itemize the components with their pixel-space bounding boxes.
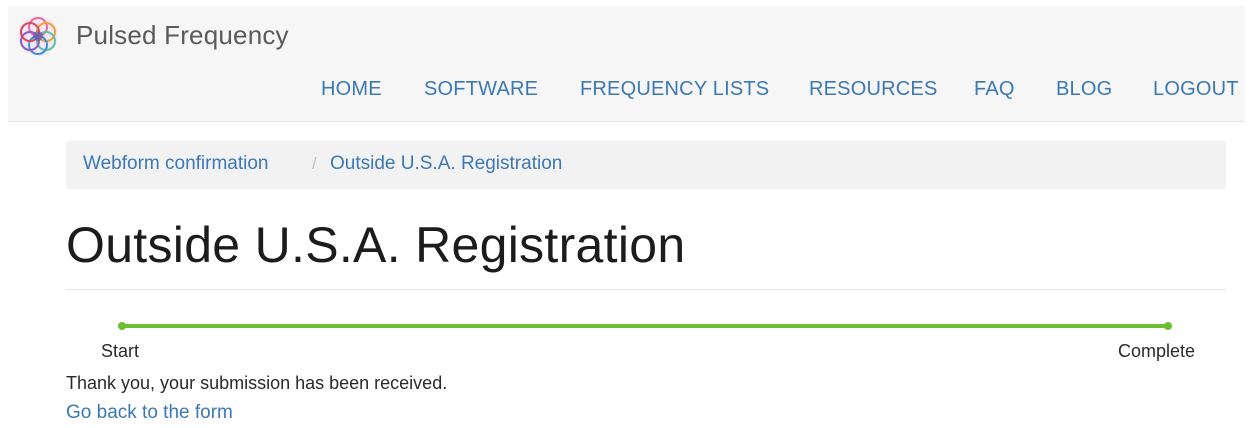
nav-blog-link[interactable]: BLOG	[1056, 78, 1112, 101]
main-nav-menu: HOME SOFTWARE FREQUENCY LISTS RESOURCES …	[8, 78, 1245, 108]
breadcrumb-webform-confirmation-link[interactable]: Webform confirmation	[83, 153, 269, 175]
breadcrumb-registration-link[interactable]: Outside U.S.A. Registration	[330, 153, 562, 175]
title-divider	[66, 289, 1226, 290]
go-back-to-form-link[interactable]: Go back to the form	[66, 402, 233, 424]
nav-resources-link[interactable]: RESOURCES	[809, 78, 938, 101]
nav-home-link[interactable]: HOME	[321, 78, 382, 101]
progress-track	[122, 324, 1168, 328]
flower-of-life-logo-icon[interactable]	[16, 14, 60, 58]
progress-end-marker	[1164, 322, 1172, 330]
page-title: Outside U.S.A. Registration	[66, 217, 686, 273]
progress-complete-label: Complete	[1118, 341, 1196, 361]
confirmation-message: Thank you, your submission has been rece…	[66, 373, 448, 393]
breadcrumb-separator: /	[312, 154, 317, 173]
progress-start-marker	[118, 322, 126, 330]
nav-frequency-lists-link[interactable]: FREQUENCY LISTS	[580, 78, 769, 101]
breadcrumb: Webform confirmation / Outside U.S.A. Re…	[66, 141, 1226, 189]
progress-start-label: Start	[101, 341, 140, 361]
brand-name-link[interactable]: Pulsed Frequency	[76, 20, 289, 51]
nav-logout-link[interactable]: LOGOUT	[1153, 78, 1239, 101]
webform-progress-bar	[118, 320, 1172, 332]
top-navbar: Pulsed Frequency HOME SOFTWARE FREQUENCY…	[8, 6, 1245, 122]
nav-faq-link[interactable]: FAQ	[974, 78, 1015, 101]
nav-software-link[interactable]: SOFTWARE	[424, 78, 538, 101]
